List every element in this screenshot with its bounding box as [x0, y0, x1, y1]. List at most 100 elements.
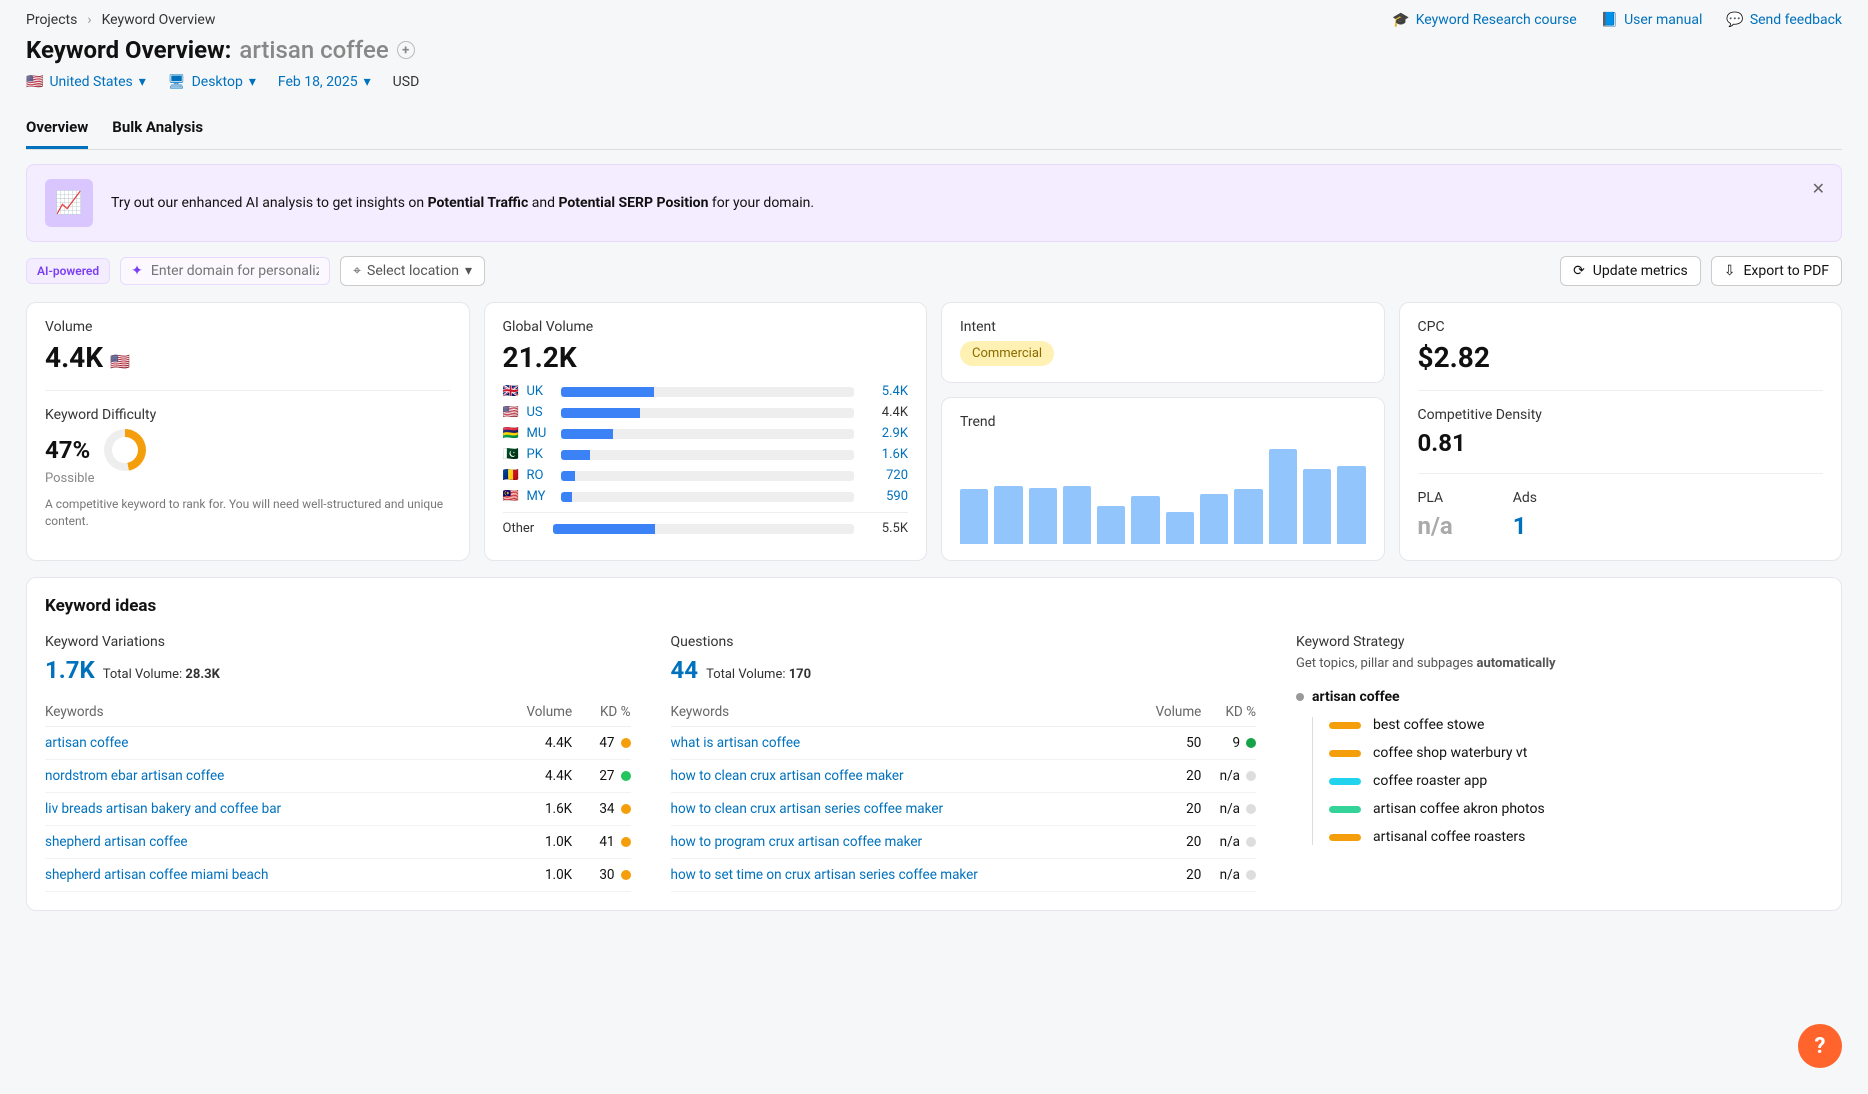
table-row: nordstrom ebar artisan coffee 4.4K 27 — [45, 760, 631, 793]
country-link[interactable]: US — [527, 405, 553, 420]
country-link[interactable]: UK — [527, 384, 553, 399]
link-manual[interactable]: 📘User manual — [1601, 12, 1703, 28]
trend-bar — [1303, 469, 1331, 544]
questions-column: Questions 44Total Volume: 170 Keywords V… — [671, 634, 1257, 892]
keyword-link[interactable]: how to program crux artisan coffee maker — [671, 834, 923, 850]
trend-bar — [1166, 512, 1194, 544]
table-row: shepherd artisan coffee miami beach 1.0K… — [45, 859, 631, 892]
volume-value: 4.4K — [862, 405, 908, 420]
keyword-variations-column: Keyword Variations 1.7KTotal Volume: 28.… — [45, 634, 631, 892]
keyword-link[interactable]: how to clean crux artisan series coffee … — [671, 801, 944, 817]
tab-bulk-analysis[interactable]: Bulk Analysis — [112, 118, 203, 149]
filter-device[interactable]: 🖥Desktop ▾ — [168, 74, 256, 90]
link-course[interactable]: 🎓Keyword Research course — [1392, 12, 1576, 28]
volume-value[interactable]: 590 — [862, 489, 908, 504]
trend-bar — [994, 486, 1022, 544]
ads-count-link[interactable]: 1 — [1513, 512, 1537, 540]
ai-banner: 📈 Try out our enhanced AI analysis to ge… — [26, 164, 1842, 242]
volume-value[interactable]: 1.6K — [862, 447, 908, 462]
download-icon: ⇩ — [1724, 263, 1736, 279]
flag-my-icon — [503, 489, 519, 504]
chevron-down-icon: ▾ — [249, 74, 256, 90]
help-fab-button[interactable]: ? — [1798, 1024, 1842, 1068]
keyword-value: artisan coffee — [239, 36, 388, 64]
domain-input[interactable] — [151, 263, 319, 279]
link-feedback[interactable]: 💬Send feedback — [1726, 12, 1842, 28]
country-link[interactable]: RO — [527, 468, 553, 483]
book-icon: 📘 — [1601, 12, 1618, 28]
filter-currency: USD — [393, 74, 420, 90]
volume-value[interactable]: 720 — [862, 468, 908, 483]
variations-count[interactable]: 1.7K — [45, 656, 95, 684]
filter-date[interactable]: Feb 18, 2025 ▾ — [278, 74, 371, 90]
keyword-link[interactable]: artisan coffee — [45, 735, 128, 751]
trend-bar — [1269, 449, 1297, 544]
table-row: liv breads artisan bakery and coffee bar… — [45, 793, 631, 826]
close-icon[interactable]: ✕ — [1812, 179, 1825, 198]
flag-mu-icon — [503, 426, 519, 441]
strategy-bar-icon — [1329, 778, 1361, 785]
sparkle-icon: ✦ — [131, 263, 143, 279]
table-row: how to clean crux artisan coffee maker 2… — [671, 760, 1257, 793]
flag-us-icon — [26, 74, 43, 90]
keyword-link[interactable]: shepherd artisan coffee — [45, 834, 188, 850]
filter-country[interactable]: United States ▾ — [26, 74, 146, 90]
refresh-icon: ⟳ — [1573, 263, 1585, 279]
keyword-link[interactable]: nordstrom ebar artisan coffee — [45, 768, 224, 784]
bar-fill — [553, 524, 656, 534]
keyword-strategy-column: Keyword Strategy Get topics, pillar and … — [1296, 634, 1823, 892]
trend-bar — [1337, 466, 1365, 544]
keyword-link[interactable]: shepherd artisan coffee miami beach — [45, 867, 268, 883]
breadcrumb-root[interactable]: Projects — [26, 12, 77, 28]
chevron-down-icon: ▾ — [364, 74, 371, 90]
location-pin-icon: ⌖ — [353, 263, 361, 279]
tab-overview[interactable]: Overview — [26, 118, 88, 149]
volume-value[interactable]: 5.4K — [862, 384, 908, 399]
strategy-item[interactable]: coffee roaster app — [1329, 773, 1823, 789]
chevron-down-icon: ▾ — [465, 263, 472, 279]
table-row: how to set time on crux artisan series c… — [671, 859, 1257, 892]
keyword-link[interactable]: how to clean crux artisan coffee maker — [671, 768, 904, 784]
strategy-bar-icon — [1329, 834, 1361, 841]
country-link[interactable]: PK — [527, 447, 553, 462]
card-keyword-ideas: Keyword ideas Keyword Variations 1.7KTot… — [26, 577, 1842, 911]
export-pdf-button[interactable]: ⇩Export to PDF — [1711, 256, 1842, 286]
add-keyword-icon[interactable]: + — [397, 41, 415, 59]
questions-count[interactable]: 44 — [671, 656, 699, 684]
chat-icon: 💬 — [1726, 12, 1743, 28]
strategy-item[interactable]: best coffee stowe — [1329, 717, 1823, 733]
flag-pk-icon — [503, 447, 519, 462]
table-row: how to program crux artisan coffee maker… — [671, 826, 1257, 859]
graduation-cap-icon: 🎓 — [1392, 12, 1409, 28]
country-link[interactable]: MY — [527, 489, 553, 504]
dot-icon — [1296, 693, 1304, 701]
keyword-link[interactable]: what is artisan coffee — [671, 735, 801, 751]
card-volume: Volume 4.4K Keyword Difficulty 47% Possi… — [26, 302, 470, 561]
trend-bar — [1063, 486, 1091, 544]
trend-bar — [1029, 488, 1057, 544]
strategy-item[interactable]: artisan coffee akron photos — [1329, 801, 1823, 817]
keyword-link[interactable]: liv breads artisan bakery and coffee bar — [45, 801, 281, 817]
trend-bar — [1097, 506, 1125, 544]
keyword-link[interactable]: how to set time on crux artisan series c… — [671, 867, 978, 883]
ai-powered-badge: AI-powered — [26, 258, 110, 284]
location-select[interactable]: ⌖ Select location ▾ — [340, 256, 485, 286]
strategy-bar-icon — [1329, 722, 1361, 729]
breadcrumb: Projects › Keyword Overview — [26, 12, 215, 28]
strategy-item[interactable]: coffee shop waterbury vt — [1329, 745, 1823, 761]
chevron-right-icon: › — [87, 12, 91, 28]
table-row: artisan coffee 4.4K 47 — [45, 727, 631, 760]
flag-uk-icon — [503, 384, 519, 399]
flag-ro-icon — [503, 468, 519, 483]
country-link[interactable]: MU — [527, 426, 553, 441]
trend-bar — [960, 489, 988, 544]
trend-bar — [1131, 496, 1159, 544]
table-row: how to clean crux artisan series coffee … — [671, 793, 1257, 826]
strategy-item[interactable]: artisanal coffee roasters — [1329, 829, 1823, 845]
domain-input-wrap[interactable]: ✦ — [120, 257, 330, 285]
chart-sparkline-icon: 📈 — [45, 179, 93, 227]
volume-value[interactable]: 2.9K — [862, 426, 908, 441]
card-cpc: CPC$2.82 Competitive Density0.81 PLAn/a … — [1399, 302, 1843, 561]
table-row: shepherd artisan coffee 1.0K 41 — [45, 826, 631, 859]
update-metrics-button[interactable]: ⟳Update metrics — [1560, 256, 1701, 286]
